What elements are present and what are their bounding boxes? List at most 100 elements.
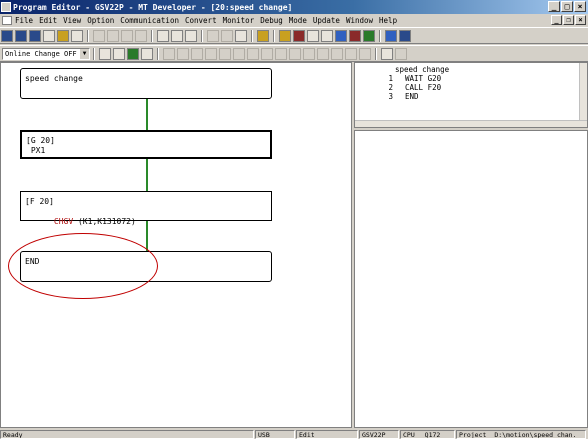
status-project: Project D:\motion\speed chan.: [456, 429, 586, 439]
read-icon[interactable]: [207, 29, 219, 42]
block-label: [F 20]: [25, 197, 54, 206]
separator: [93, 47, 95, 60]
menu-mode[interactable]: Mode: [289, 16, 307, 25]
find-icon[interactable]: [157, 29, 169, 42]
insert-icon[interactable]: [345, 47, 357, 60]
system-setting-icon[interactable]: [279, 29, 291, 42]
minimize-button[interactable]: _: [548, 1, 560, 12]
jump-icon[interactable]: [205, 47, 217, 60]
title-bar: Program Editor - GSV22P - MT Developer -…: [0, 0, 588, 14]
separator: [87, 29, 89, 42]
menu-update[interactable]: Update: [313, 16, 340, 25]
cpu-value: Q172: [424, 430, 441, 439]
help-icon[interactable]: [257, 29, 269, 42]
step-block[interactable]: [F 20] CHGV (K1,K131072): [20, 191, 272, 226]
status-model: GSV22P: [359, 429, 399, 439]
step-icon[interactable]: [163, 47, 175, 60]
copy-icon[interactable]: [121, 29, 133, 42]
program-editor-icon[interactable]: [307, 29, 319, 42]
delete-line-icon[interactable]: [359, 47, 371, 60]
menu-view[interactable]: View: [63, 16, 81, 25]
write-icon[interactable]: [221, 29, 233, 42]
test-icon[interactable]: [335, 29, 347, 42]
parallel-branch-icon[interactable]: [261, 47, 273, 60]
list-item[interactable]: 3 END: [369, 92, 449, 101]
sfc-diagram-area[interactable]: speed change [G 20] PX1 [F 20] CHGV (K1,…: [0, 62, 352, 428]
branch-icon[interactable]: [191, 47, 203, 60]
undo-icon[interactable]: [93, 29, 105, 42]
pointer-icon[interactable]: [385, 29, 397, 42]
menu-file[interactable]: File: [15, 16, 33, 25]
menu-help[interactable]: Help: [379, 16, 397, 25]
line-number: 3: [388, 92, 393, 101]
list-view-icon[interactable]: [395, 47, 407, 60]
separator: [379, 29, 381, 42]
status-connection: USB: [255, 429, 295, 439]
line-text: END: [405, 92, 419, 101]
maximize-button[interactable]: □: [561, 1, 573, 12]
chevron-down-icon[interactable]: ▼: [80, 48, 89, 59]
doc-restore-button[interactable]: ❐: [563, 15, 574, 25]
end-icon[interactable]: [233, 47, 245, 60]
separator: [251, 29, 253, 42]
convert-icon[interactable]: [185, 29, 197, 42]
zoom-in-icon[interactable]: [317, 47, 329, 60]
arrow-icon[interactable]: [381, 47, 393, 60]
pencil-icon[interactable]: [99, 47, 111, 60]
zoom-out-icon[interactable]: [331, 47, 343, 60]
new-icon[interactable]: [1, 29, 13, 42]
clear-icon[interactable]: [303, 47, 315, 60]
program-start-block[interactable]: speed change: [20, 68, 272, 99]
pointer-step-icon[interactable]: [219, 47, 231, 60]
menu-edit[interactable]: Edit: [39, 16, 57, 25]
document-icon[interactable]: [2, 16, 12, 25]
horizontal-scrollbar[interactable]: [355, 120, 587, 127]
transition-block[interactable]: [G 20] PX1: [20, 130, 272, 159]
project-label: Project: [459, 430, 487, 439]
menu-convert[interactable]: Convert: [185, 16, 217, 25]
separator: [151, 29, 153, 42]
coupling-icon[interactable]: [275, 47, 287, 60]
app-icon: [1, 2, 11, 12]
monitor-icon[interactable]: [321, 29, 333, 42]
blank-pane[interactable]: [354, 130, 588, 428]
program-listing-pane[interactable]: speed change 1 WAIT G20 2 CALL F20 3 END: [354, 62, 588, 128]
selective-branch-icon[interactable]: [247, 47, 259, 60]
menu-option[interactable]: Option: [87, 16, 114, 25]
subroutine-icon[interactable]: [289, 47, 301, 60]
menu-monitor[interactable]: Monitor: [223, 16, 255, 25]
status-bar: Ready USB Edit GSV22P CPU Q172 Project D…: [0, 429, 588, 439]
program-icon[interactable]: [113, 47, 125, 60]
online-change-dropdown[interactable]: Online Change OFF ▼: [2, 47, 90, 60]
status-mode: Edit: [296, 429, 358, 439]
vertical-scrollbar[interactable]: [579, 63, 587, 127]
tools-icon[interactable]: [71, 29, 83, 42]
delete-icon[interactable]: [135, 29, 147, 42]
transition-icon[interactable]: [177, 47, 189, 60]
grid-icon[interactable]: [127, 47, 139, 60]
verify-icon[interactable]: [235, 29, 247, 42]
servo-data-icon[interactable]: [293, 29, 305, 42]
online-change-value: Online Change OFF: [5, 49, 77, 58]
key-icon[interactable]: [57, 29, 69, 42]
cam-icon[interactable]: [349, 29, 361, 42]
menu-window[interactable]: Window: [346, 16, 373, 25]
doc-minimize-button[interactable]: _: [551, 15, 562, 25]
highlight-ellipse: [8, 233, 158, 299]
print-icon[interactable]: [29, 29, 41, 42]
block-label: [G 20]: [26, 136, 55, 145]
menu-debug[interactable]: Debug: [260, 16, 283, 25]
backup-icon[interactable]: [363, 29, 375, 42]
print-preview-icon[interactable]: [43, 29, 55, 42]
comment-icon[interactable]: [141, 47, 153, 60]
cut-icon[interactable]: [107, 29, 119, 42]
doc-close-button[interactable]: ×: [575, 15, 586, 25]
list-item[interactable]: 1 WAIT G20: [369, 74, 449, 83]
online-icon[interactable]: [399, 29, 411, 42]
list-item[interactable]: 2 CALL F20: [369, 83, 449, 92]
open-icon[interactable]: [15, 29, 27, 42]
menu-communication[interactable]: Communication: [120, 16, 179, 25]
close-button[interactable]: ×: [574, 1, 586, 12]
replace-icon[interactable]: [171, 29, 183, 42]
separator: [273, 29, 275, 42]
